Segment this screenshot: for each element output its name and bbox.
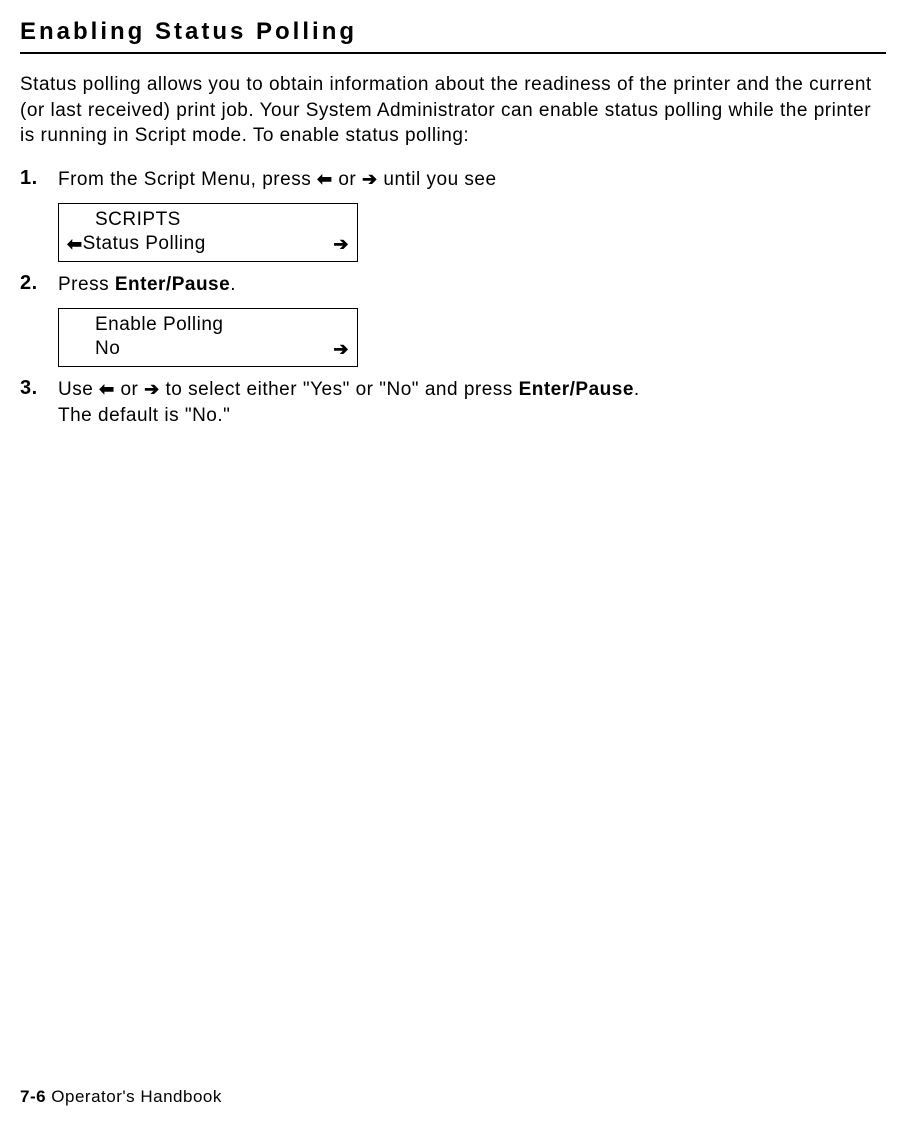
- right-arrow-icon: ➔: [333, 338, 349, 361]
- lcd-display-scripts: SCRIPTS ⬅Status Polling ➔: [58, 203, 358, 262]
- lcd-display-enable-polling: Enable Polling No ➔: [58, 308, 358, 367]
- step-text: From the Script Menu, press ⬅ or ➔ until…: [58, 167, 886, 193]
- text-fragment: or: [115, 379, 144, 400]
- text-fragment: From the Script Menu, press: [58, 169, 317, 190]
- text-fragment: .: [634, 379, 640, 400]
- display-line1: Enable Polling: [67, 313, 223, 338]
- step-1: 1. From the Script Menu, press ⬅ or ➔ un…: [20, 167, 886, 193]
- steps-list: 1. From the Script Menu, press ⬅ or ➔ un…: [20, 167, 886, 428]
- footer-label: Operator's Handbook: [46, 1087, 222, 1106]
- left-arrow-icon: ⬅: [317, 169, 333, 189]
- right-arrow-icon: ➔: [362, 169, 378, 189]
- step-text: Press Enter/Pause.: [58, 272, 886, 298]
- text-fragment: The default is "No.": [58, 405, 230, 426]
- left-arrow-icon: ⬅: [99, 379, 115, 399]
- step-number: 3.: [20, 377, 58, 400]
- intro-paragraph: Status polling allows you to obtain info…: [20, 72, 886, 149]
- step-text: Use ⬅ or ➔ to select either "Yes" or "No…: [58, 377, 886, 428]
- display-line1: SCRIPTS: [67, 208, 181, 233]
- title-rule: [20, 52, 886, 54]
- step-number: 1.: [20, 167, 58, 190]
- enter-pause-label: Enter/Pause: [519, 379, 634, 400]
- text-fragment: Press: [58, 274, 115, 295]
- text-fragment: until you see: [378, 169, 497, 190]
- page-number: 7-6: [20, 1087, 46, 1106]
- right-arrow-icon: ➔: [144, 379, 160, 399]
- text-fragment: Use: [58, 379, 99, 400]
- left-arrow-icon: ⬅: [67, 233, 83, 256]
- display-line2-text: No: [67, 337, 120, 362]
- step-2: 2. Press Enter/Pause.: [20, 272, 886, 298]
- page-footer: 7-6 Operator's Handbook: [20, 1087, 222, 1107]
- step-3: 3. Use ⬅ or ➔ to select either "Yes" or …: [20, 377, 886, 428]
- display-line2-text: Status Polling: [83, 232, 206, 257]
- right-arrow-icon: ➔: [333, 233, 349, 256]
- text-fragment: to select either "Yes" or "No" and press: [160, 379, 519, 400]
- text-fragment: or: [333, 169, 362, 190]
- text-fragment: .: [230, 274, 236, 295]
- step-number: 2.: [20, 272, 58, 295]
- page-title: Enabling Status Polling: [20, 18, 886, 46]
- enter-pause-label: Enter/Pause: [115, 274, 230, 295]
